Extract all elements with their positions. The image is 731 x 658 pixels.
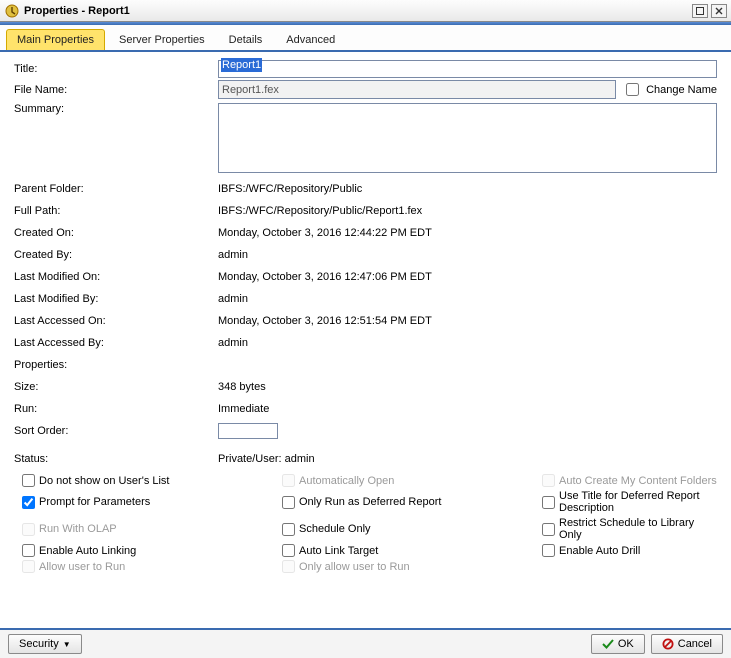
chk-automatically-open: Automatically Open: [282, 474, 542, 487]
last-accessed-by-label: Last Accessed By:: [14, 337, 218, 349]
status-value: Private/User: admin: [218, 453, 717, 465]
tab-details[interactable]: Details: [219, 30, 273, 50]
tab-bar: Main Properties Server Properties Detail…: [0, 25, 731, 52]
chevron-down-icon: ▼: [63, 640, 71, 649]
change-name-label: Change Name: [646, 84, 717, 96]
chk-allow-user-run: Allow user to Run: [22, 560, 282, 573]
run-value: Immediate: [218, 403, 717, 415]
change-name-checkbox[interactable]: [626, 83, 639, 96]
parent-folder-value: IBFS:/WFC/Repository/Public: [218, 183, 717, 195]
last-modified-on-value: Monday, October 3, 2016 12:47:06 PM EDT: [218, 271, 717, 283]
filename-input: [218, 80, 616, 99]
window-title: Properties - Report1: [24, 5, 689, 17]
title-input[interactable]: [218, 60, 717, 78]
options-grid: Do not show on User's List Automatically…: [22, 474, 717, 573]
app-icon: [4, 3, 20, 19]
run-label: Run:: [14, 403, 218, 415]
created-by-label: Created By:: [14, 249, 218, 261]
properties-label: Properties:: [14, 359, 218, 371]
title-bar: Properties - Report1: [0, 0, 731, 22]
chk-restrict-library[interactable]: Restrict Schedule to Library Only: [542, 517, 717, 541]
chk-enable-auto-linking[interactable]: Enable Auto Linking: [22, 544, 282, 557]
tab-advanced[interactable]: Advanced: [276, 30, 345, 50]
change-name-checkbox-wrap[interactable]: Change Name: [622, 80, 717, 99]
chk-run-olap: Run With OLAP: [22, 517, 282, 541]
cancel-icon: [662, 638, 674, 650]
maximize-button[interactable]: [692, 4, 708, 18]
title-label: Title:: [14, 63, 218, 75]
cancel-button[interactable]: Cancel: [651, 634, 723, 654]
check-icon: [602, 638, 614, 650]
summary-textarea[interactable]: [218, 103, 717, 173]
created-on-value: Monday, October 3, 2016 12:44:22 PM EDT: [218, 227, 717, 239]
bottom-bar: Security ▼ OK Cancel: [0, 628, 731, 658]
last-modified-by-value: admin: [218, 293, 717, 305]
last-modified-on-label: Last Modified On:: [14, 271, 218, 283]
chk-auto-create-folders: Auto Create My Content Folders: [542, 474, 717, 487]
tab-server-properties[interactable]: Server Properties: [109, 30, 215, 50]
sort-order-label: Sort Order:: [14, 425, 218, 437]
ok-button[interactable]: OK: [591, 634, 645, 654]
size-label: Size:: [14, 381, 218, 393]
chk-only-allow-user-run: Only allow user to Run: [282, 560, 542, 573]
close-button[interactable]: [711, 4, 727, 18]
chk-do-not-show[interactable]: Do not show on User's List: [22, 474, 282, 487]
chk-auto-link-target[interactable]: Auto Link Target: [282, 544, 542, 557]
last-modified-by-label: Last Modified By:: [14, 293, 218, 305]
tab-main-properties[interactable]: Main Properties: [6, 29, 105, 50]
chk-prompt-parameters[interactable]: Prompt for Parameters: [22, 490, 282, 514]
created-on-label: Created On:: [14, 227, 218, 239]
last-accessed-on-value: Monday, October 3, 2016 12:51:54 PM EDT: [218, 315, 717, 327]
created-by-value: admin: [218, 249, 717, 261]
last-accessed-on-label: Last Accessed On:: [14, 315, 218, 327]
main-content: Title: Report1 File Name: Change Name Su…: [0, 52, 731, 632]
last-accessed-by-value: admin: [218, 337, 717, 349]
sort-order-input[interactable]: [218, 423, 278, 439]
full-path-value: IBFS:/WFC/Repository/Public/Report1.fex: [218, 205, 717, 217]
full-path-label: Full Path:: [14, 205, 218, 217]
parent-folder-label: Parent Folder:: [14, 183, 218, 195]
chk-only-deferred[interactable]: Only Run as Deferred Report: [282, 490, 542, 514]
chk-schedule-only[interactable]: Schedule Only: [282, 517, 542, 541]
chk-enable-auto-drill[interactable]: Enable Auto Drill: [542, 544, 717, 557]
chk-use-title-deferred[interactable]: Use Title for Deferred Report Descriptio…: [542, 490, 717, 514]
size-value: 348 bytes: [218, 381, 717, 393]
title-selection: Report1: [221, 58, 262, 72]
security-button[interactable]: Security ▼: [8, 634, 82, 654]
summary-label: Summary:: [14, 103, 218, 115]
status-label: Status:: [14, 453, 218, 465]
filename-label: File Name:: [14, 84, 218, 96]
